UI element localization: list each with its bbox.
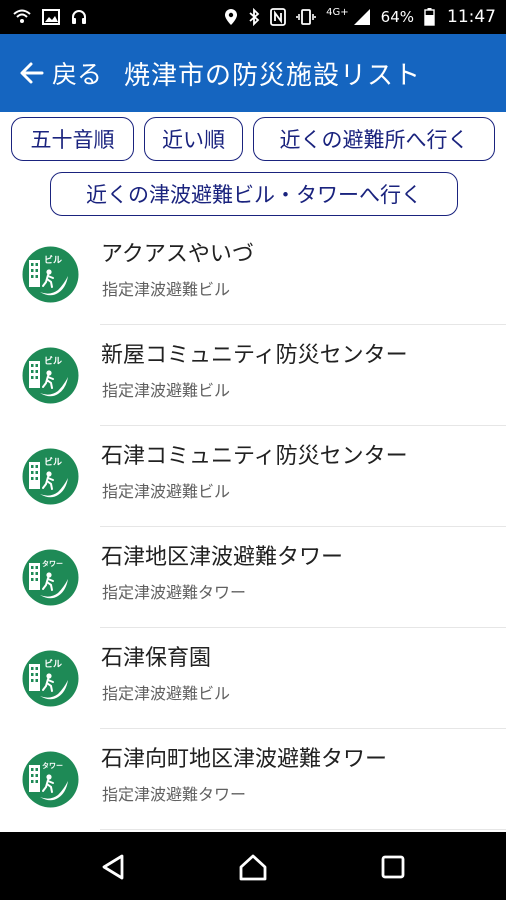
badge-label: タワー — [42, 762, 63, 770]
facility-name: 石津保育園 — [101, 646, 212, 671]
go-nearest-shelter-button[interactable]: 近くの避難所へ行く — [253, 117, 495, 161]
back-button[interactable]: 戻る — [18, 55, 102, 91]
tsunami-evacuation-building-icon — [22, 347, 79, 404]
facility-name: 新屋コミュニティ防災センター — [101, 343, 408, 368]
app-bar: 戻る 焼津市の防災施設リスト — [0, 34, 506, 112]
tsunami-evacuation-building-icon — [22, 549, 79, 606]
sort-aiueo-button[interactable]: 五十音順 — [11, 117, 134, 161]
list-item[interactable]: ビル 石津コミュニティ防災センター指定津波避難ビル — [0, 426, 506, 527]
arrow-left-icon — [18, 59, 46, 87]
location-icon — [224, 8, 238, 26]
battery-icon — [424, 8, 435, 26]
facility-type: 指定津波避難ビル — [102, 684, 231, 703]
badge-label: ビル — [44, 357, 63, 367]
signal-icon — [353, 8, 371, 26]
headset-icon — [70, 8, 88, 26]
image-icon — [42, 9, 60, 25]
nav-home-icon[interactable] — [238, 852, 268, 882]
facility-type: 指定津波避難タワー — [102, 583, 247, 602]
wifi-call-icon — [12, 8, 32, 26]
list-item[interactable]: ビル 石津保育園指定津波避難ビル — [0, 628, 506, 729]
facility-type: 指定津波避難ビル — [102, 482, 231, 501]
list-item[interactable]: ビル 新屋コミュニティ防災センター指定津波避難ビル — [0, 325, 506, 426]
clock: 11:47 — [447, 7, 496, 27]
nfc-icon — [270, 8, 287, 26]
nav-back-icon[interactable] — [98, 852, 128, 882]
list-item[interactable]: タワー 石津向町地区津波避難タワー指定津波避難タワー — [0, 729, 506, 830]
tsunami-evacuation-building-icon — [22, 650, 79, 707]
list-item[interactable]: タワー 石津地区津波避難タワー指定津波避難タワー — [0, 527, 506, 628]
back-label: 戻る — [52, 60, 103, 89]
status-bar: 4G+ 64% 11:47 — [0, 0, 506, 34]
tsunami-evacuation-building-icon — [22, 448, 79, 505]
nav-recents-icon[interactable] — [378, 852, 408, 882]
status-left — [12, 8, 88, 26]
battery-percent: 64% — [380, 8, 414, 26]
network-type-label: 4G+ — [326, 6, 349, 18]
go-nearest-tsunami-building-button[interactable]: 近くの津波避難ビル・タワーへ行く — [50, 172, 458, 216]
sort-nearest-button[interactable]: 近い順 — [144, 117, 243, 161]
facility-name: 石津コミュニティ防災センター — [101, 444, 408, 469]
facility-type: 指定津波避難ビル — [102, 381, 231, 400]
page-title: 焼津市の防災施設リスト — [124, 60, 422, 91]
facility-name: アクアスやいづ — [101, 242, 254, 267]
facility-type: 指定津波避難ビル — [102, 280, 231, 299]
facility-name: 石津向町地区津波避難タワー — [101, 747, 388, 772]
bluetooth-icon — [248, 8, 260, 26]
badge-label: ビル — [44, 660, 63, 670]
facility-name: 石津地区津波避難タワー — [101, 545, 344, 570]
badge-label: ビル — [44, 458, 63, 468]
badge-label: ビル — [44, 256, 63, 266]
tsunami-evacuation-building-icon — [22, 246, 79, 303]
list-item[interactable]: ビル アクアスやいづ指定津波避難ビル — [0, 224, 506, 325]
navigation-bar — [0, 832, 506, 900]
facility-type: 指定津波避難タワー — [102, 785, 247, 804]
badge-label: タワー — [42, 560, 63, 568]
list-divider — [100, 829, 506, 830]
facility-list: ビル アクアスやいづ 指定津波避難ビル ビル 新屋コミュニティ防災センター 指定津波避難ビ… — [0, 224, 506, 830]
vibrate-icon — [296, 8, 316, 26]
tsunami-evacuation-building-icon — [22, 751, 79, 808]
status-right: 4G+ 64% 11:47 — [224, 7, 496, 27]
sort-button-row: 五十音順 近い順 近くの避難所へ行く 近くの津波避難ビル・タワーへ行く — [0, 112, 506, 224]
